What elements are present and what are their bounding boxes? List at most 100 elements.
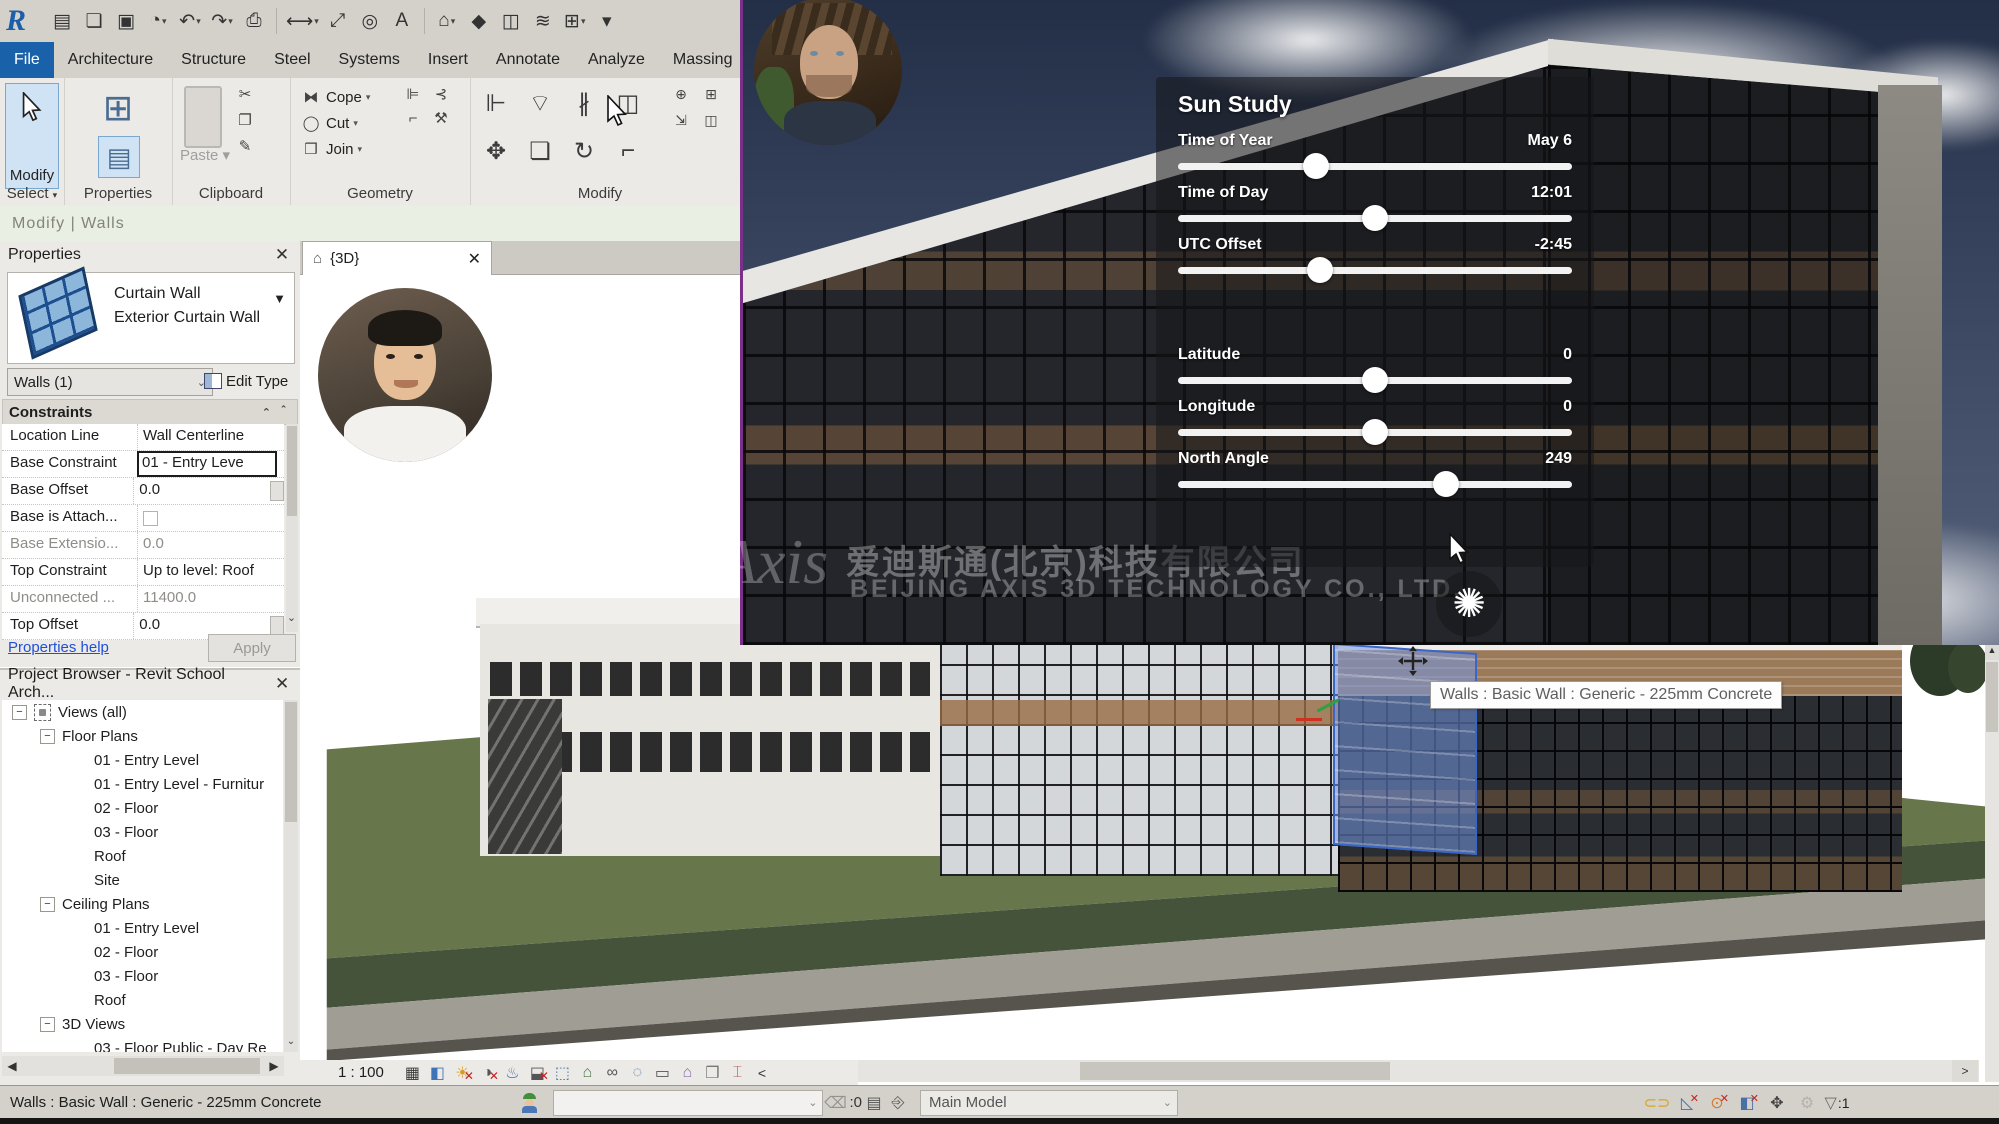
temporary-view-properties-icon[interactable]: ▭ — [650, 1062, 675, 1084]
paste-icon[interactable] — [184, 86, 222, 148]
chevron-down-icon[interactable]: ▼ — [273, 291, 286, 306]
ribbon-tab[interactable]: Annotate — [482, 42, 574, 78]
tree-item[interactable]: 01 - Entry Level — [2, 916, 283, 940]
scrollbar-thumb[interactable] — [285, 702, 297, 822]
mirror-icon[interactable]: ◫ — [700, 110, 722, 130]
editing-requests-icon[interactable]: ⚙ — [1795, 1092, 1819, 1114]
cope-tool[interactable]: ⧓Cope▾ — [300, 84, 370, 110]
render-icon[interactable]: ◆ — [465, 6, 493, 36]
pin-icon[interactable]: ⊕ — [670, 84, 692, 104]
slider-thumb[interactable] — [1307, 257, 1333, 283]
element-filter-dropdown[interactable]: Walls (1)⌄ — [7, 368, 213, 396]
cut-geometry-tool[interactable]: ◯Cut▾ — [300, 110, 370, 136]
slider-track[interactable] — [1178, 481, 1572, 488]
properties-help-link[interactable]: Properties help — [8, 639, 109, 656]
associate-param-button[interactable] — [270, 481, 284, 501]
split-icon[interactable]: ∦ — [562, 82, 606, 124]
reveal-hidden-icon[interactable]: ∞ — [600, 1062, 625, 1084]
horizontal-scrollbar[interactable] — [820, 1060, 1979, 1082]
sync-icon[interactable]: ◔▾ — [144, 6, 172, 36]
constraints-section-header[interactable]: Constraints ⌃ ＾ — [2, 399, 298, 425]
worksharing-user-icon[interactable] — [521, 1093, 539, 1113]
temporary-hide-icon[interactable]: ◌ — [625, 1062, 650, 1084]
property-row[interactable]: Location Line Wall Centerline — [2, 424, 284, 451]
close-icon[interactable]: ✕ — [272, 245, 292, 265]
unjoin-icon[interactable]: ⊰ — [430, 84, 452, 104]
align-icon[interactable]: ⊩ — [474, 82, 518, 124]
tree-item[interactable]: 02 - Floor — [2, 796, 283, 820]
slider-track[interactable] — [1178, 377, 1572, 384]
select-panel-label[interactable]: Select ▾ — [0, 185, 64, 202]
shadows-icon[interactable]: ◑ ✕ — [475, 1062, 500, 1084]
tree-item[interactable]: 03 - Floor — [2, 964, 283, 988]
property-row[interactable]: Base Constraint 01 - Entry Leve — [2, 451, 284, 478]
slider-thumb[interactable] — [1362, 205, 1388, 231]
select-links-icon[interactable]: ⊂⊃ — [1645, 1092, 1669, 1114]
tree-item[interactable]: 02 - Floor — [2, 940, 283, 964]
sun-path-icon[interactable]: ☀ ✕ — [450, 1062, 475, 1084]
slider-track[interactable] — [1178, 163, 1572, 170]
slider-thumb[interactable] — [1303, 153, 1329, 179]
copy-element-icon[interactable]: ❏ — [518, 130, 562, 172]
aligned-dimension-icon[interactable]: ⤢ — [324, 6, 352, 36]
tree-item[interactable]: Roof — [2, 988, 283, 1012]
constraints-icon[interactable]: ⌶ — [725, 1062, 750, 1084]
type-properties-button[interactable]: ▤ — [98, 136, 140, 178]
tree-toggle-icon[interactable]: − — [40, 1017, 55, 1032]
select-pinned-icon[interactable]: ⊙ ✕ — [1705, 1092, 1729, 1114]
filter-icon[interactable]: ▽ :1 — [1825, 1092, 1849, 1114]
property-row[interactable]: Base Offset 0.0 — [2, 478, 284, 505]
tree-item[interactable]: − Views (all) — [2, 700, 283, 724]
design-option-input[interactable]: ⌄ — [553, 1090, 823, 1116]
array-icon[interactable]: ⊞ — [700, 84, 722, 104]
ui-board-icon[interactable]: ▤ — [48, 6, 76, 36]
collapse-bar-icon[interactable]: < — [758, 1065, 766, 1081]
save-icon[interactable]: ▣ — [112, 6, 140, 36]
exclude-options-icon[interactable]: ⌫ — [823, 1092, 847, 1114]
slider-track[interactable] — [1178, 429, 1572, 436]
render-dialog-icon[interactable]: ♨ — [500, 1062, 525, 1084]
scroll-down-icon[interactable]: ⌄ — [284, 1036, 298, 1050]
undo-icon[interactable]: ↶▾ — [176, 6, 204, 36]
detail-level-icon[interactable]: ▦ — [400, 1062, 425, 1084]
property-row[interactable]: Top Constraint Up to level: Roof — [2, 559, 284, 586]
ribbon-tab[interactable]: Massing — [659, 42, 747, 78]
beam-icon[interactable]: ⌐ — [402, 108, 424, 128]
qat-more-icon[interactable]: ▾ — [593, 6, 621, 36]
revit-logo[interactable]: R — [6, 4, 42, 38]
thin-lines-icon[interactable]: ≋ — [529, 6, 557, 36]
checkbox[interactable] — [143, 511, 158, 526]
type-selector[interactable]: Curtain Wall Exterior Curtain Wall ▼ — [7, 272, 295, 364]
text-icon[interactable]: A — [388, 6, 416, 36]
section-icon[interactable]: ◫ — [497, 6, 525, 36]
apply-button[interactable]: Apply — [208, 634, 296, 662]
tag-icon[interactable]: ◎ — [356, 6, 384, 36]
tree-item[interactable]: 01 - Entry Level - Furnitur — [2, 772, 283, 796]
ribbon-tab[interactable]: Steel — [260, 42, 324, 78]
tree-toggle-icon[interactable]: − — [40, 897, 55, 912]
close-icon[interactable]: ✕ — [272, 674, 292, 694]
slider-track[interactable] — [1178, 215, 1572, 222]
scrollbar-thumb[interactable] — [1986, 662, 1998, 732]
move-icon[interactable]: ✥ — [474, 130, 518, 172]
tree-item[interactable]: 01 - Entry Level — [2, 748, 283, 772]
scale-icon[interactable]: ⇲ — [670, 110, 692, 130]
copy-icon[interactable]: ❐ — [234, 110, 256, 130]
editable-only-icon[interactable]: ▤ — [862, 1092, 886, 1114]
modify-tool-button[interactable]: Modify — [5, 83, 59, 189]
tree-item[interactable]: Roof — [2, 844, 283, 868]
properties-palette-button[interactable]: ⊞ — [92, 84, 144, 132]
close-icon[interactable]: ✕ — [468, 249, 481, 269]
slider-thumb[interactable] — [1362, 419, 1388, 445]
tree-toggle-icon[interactable]: − — [40, 729, 55, 744]
drag-selection-icon[interactable]: ✥ — [1765, 1092, 1789, 1114]
crop-region-icon[interactable]: ⬚ — [550, 1062, 575, 1084]
trim-icon[interactable]: ⌐ — [606, 130, 650, 172]
associate-param-button[interactable] — [270, 616, 284, 636]
property-row[interactable]: Base Extensio... 0.0 — [2, 532, 284, 559]
tree-toggle-icon[interactable]: − — [12, 705, 27, 720]
displacement-icon[interactable]: ❒ — [700, 1062, 725, 1084]
ribbon-tab[interactable]: Analyze — [574, 42, 659, 78]
scrollbar-thumb[interactable] — [114, 1058, 260, 1074]
default-3d-view-icon[interactable]: ⌂▾ — [433, 6, 461, 36]
